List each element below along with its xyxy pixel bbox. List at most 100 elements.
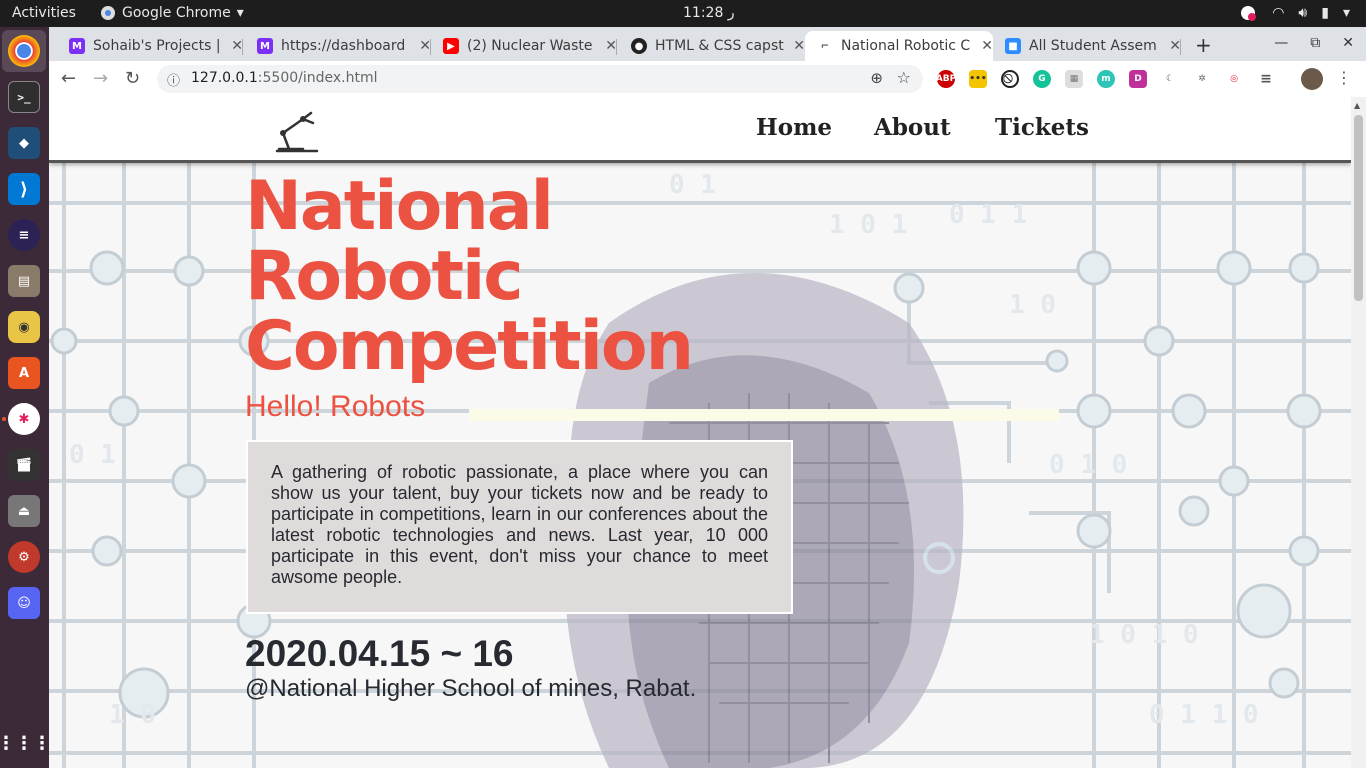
url-path: :5500/index.html [257,70,378,86]
running-indicator [2,417,6,421]
puzzle-extension-icon[interactable]: ▦ [1065,70,1083,88]
hero-title: National Robotic Competition [245,167,694,386]
dock: >_ ◆ ⟩ ≡ ▤ ◉ A ✱ 🎬︎ ⏏ ⚙ ☺ ⋮⋮⋮ [0,27,51,768]
page-scrollbar[interactable]: ▲ [1351,97,1366,768]
nav-link-tickets[interactable]: Tickets [995,114,1089,141]
grammarly-icon[interactable]: G [1033,70,1051,88]
svg-text:0 1: 0 1 [69,440,116,470]
browser-window: M Sohaib's Projects | ✕ M https://dashbo… [49,27,1366,97]
activities-button[interactable]: Activities [12,5,76,21]
adblock-plus-icon[interactable]: ABP [936,70,956,88]
wifi-icon[interactable]: ◠ [1272,5,1284,21]
zoom-icon[interactable]: ⊕ [870,69,883,87]
tab-title: (2) Nuclear Waste [467,38,593,54]
settings-icon[interactable]: ⚙ [8,541,40,573]
files-icon[interactable]: ▤ [8,265,40,297]
block-icon[interactable]: ⃠ [1001,70,1019,88]
app-menu-label: Google Chrome [122,5,231,21]
power-menu-icon[interactable]: ▾ [1343,5,1350,21]
forward-icon[interactable]: → [93,68,108,89]
scroll-up-icon[interactable]: ▲ [1354,101,1360,110]
svg-text:0 1 0: 0 1 0 [1049,450,1127,480]
battery-icon[interactable]: ▮ [1321,5,1329,21]
terminal-icon[interactable]: >_ [8,81,40,113]
vscode-icon[interactable]: ⟩ [8,173,40,205]
browser-tab[interactable]: M https://dashboard ✕ [245,31,431,61]
tab-title: https://dashboard [281,38,406,54]
tab-strip: M Sohaib's Projects | ✕ M https://dashbo… [49,27,1366,61]
hero-title-line: National [245,167,554,246]
back-icon[interactable]: ← [61,68,76,89]
app-menu[interactable]: Google Chrome ▾ [100,5,244,21]
window-controls: — ⧉ ✕ [1274,35,1354,51]
bug-icon[interactable]: ✲ [1193,70,1211,88]
new-tab-button[interactable]: + [1195,33,1212,57]
close-icon[interactable]: ✕ [981,38,993,54]
address-bar[interactable]: ⓘ 127.0.0.1:5500/index.html ⊕ ☆ [157,65,923,93]
purple-square-icon: M [257,38,273,54]
d-extension-icon[interactable]: D [1129,70,1147,88]
slack-icon[interactable]: ✱ [8,403,40,435]
purple-square-icon: M [69,38,85,54]
tab-title: All Student Assem [1029,38,1157,54]
browser-tab[interactable]: M Sohaib's Projects | ✕ [57,31,243,61]
volume-icon[interactable]: 🔊︎ [1298,5,1307,21]
profile-avatar[interactable] [1301,68,1323,90]
chevron-down-icon: ▾ [236,5,244,21]
m-extension-icon[interactable]: m [1097,70,1115,88]
close-icon[interactable]: ✕ [793,38,805,54]
rhythmbox-icon[interactable]: ◉ [8,311,40,343]
browser-toolbar: ← → ↻ ⓘ 127.0.0.1:5500/index.html ⊕ ☆ AB… [49,61,1366,97]
extensions-bar: ABP ••• ⃠ G ▦ m D ☾ ✲ ◎ ≡ [936,70,1275,88]
system-top-bar: Activities Google Chrome ▾ 11:28 ر ◠ 🔊︎ … [0,0,1366,27]
browser-tab[interactable]: ■ All Student Assem ✕ [993,31,1181,61]
nav-link-home[interactable]: Home [756,114,832,141]
maximize-icon[interactable]: ⧉ [1310,35,1320,51]
clock[interactable]: 11:28 ر [683,5,735,21]
hero-title-line: Robotic [245,237,524,316]
clapper-icon[interactable]: 🎬︎ [8,449,40,481]
discord-icon[interactable]: ☺ [8,587,40,619]
browser-tab-active[interactable]: ⌐ National Robotic C ✕ [805,31,993,61]
minimize-icon[interactable]: — [1274,35,1288,51]
event-venue: @National Higher School of mines, Rabat. [245,675,697,702]
browser-tab[interactable]: ▶ (2) Nuclear Waste ✕ [431,31,617,61]
tab-title: HTML & CSS capst [655,38,784,54]
tab-separator [1180,39,1181,55]
show-applications-icon[interactable]: ⋮⋮⋮ [0,727,51,759]
nav-link-about[interactable]: About [874,114,951,141]
site-header: Home About Tickets [49,97,1351,163]
zoom-icon: ■ [1005,38,1021,54]
eclipse-icon[interactable]: ≡ [8,219,40,251]
media-control-icon[interactable]: ≡ [1257,70,1275,88]
hero-subtitle: Hello! Robots [245,390,426,423]
event-description: A gathering of robotic passionate, a pla… [246,440,793,614]
slack-tray-icon[interactable] [1238,4,1258,22]
more-menu-icon[interactable]: ⋮ [1336,68,1352,87]
svg-text:1 0 1 0: 1 0 1 0 [1089,620,1199,650]
mysql-workbench-icon[interactable]: ◆ [8,127,40,159]
site-info-icon[interactable]: ⓘ [167,70,180,89]
github-icon: ● [631,38,647,54]
bookmark-star-icon[interactable]: ☆ [897,68,911,87]
url-text[interactable]: 127.0.0.1:5500/index.html [191,70,378,86]
tab-separator [616,39,617,55]
lastpass-icon[interactable]: ◎ [1225,70,1243,88]
svg-text:0 1 1 0: 0 1 1 0 [1149,700,1259,730]
youtube-icon: ▶ [443,38,459,54]
robot-arm-logo-icon[interactable] [273,109,321,155]
tab-separator [242,39,243,55]
web-page: 0 11 0 10 1 1 1 01 0 1 00 1 1 0 0 11 00 … [49,97,1351,768]
reload-icon[interactable]: ↻ [125,68,140,89]
c-extension-icon[interactable]: ☾ [1161,70,1179,88]
usb-creator-icon[interactable]: ⏏ [8,495,40,527]
scrollbar-thumb[interactable] [1354,115,1363,301]
hero-title-line: Competition [245,307,694,386]
browser-tab[interactable]: ● HTML & CSS capst ✕ [619,31,805,61]
software-center-icon[interactable]: A [8,357,40,389]
event-date: 2020.04.15 ~ 16 [245,633,514,674]
system-tray[interactable]: ◠ 🔊︎ ▮ ▾ [1238,4,1350,22]
close-window-icon[interactable]: ✕ [1342,35,1354,51]
ruler-extension-icon[interactable]: ••• [969,70,987,88]
chrome-icon[interactable] [8,35,40,67]
